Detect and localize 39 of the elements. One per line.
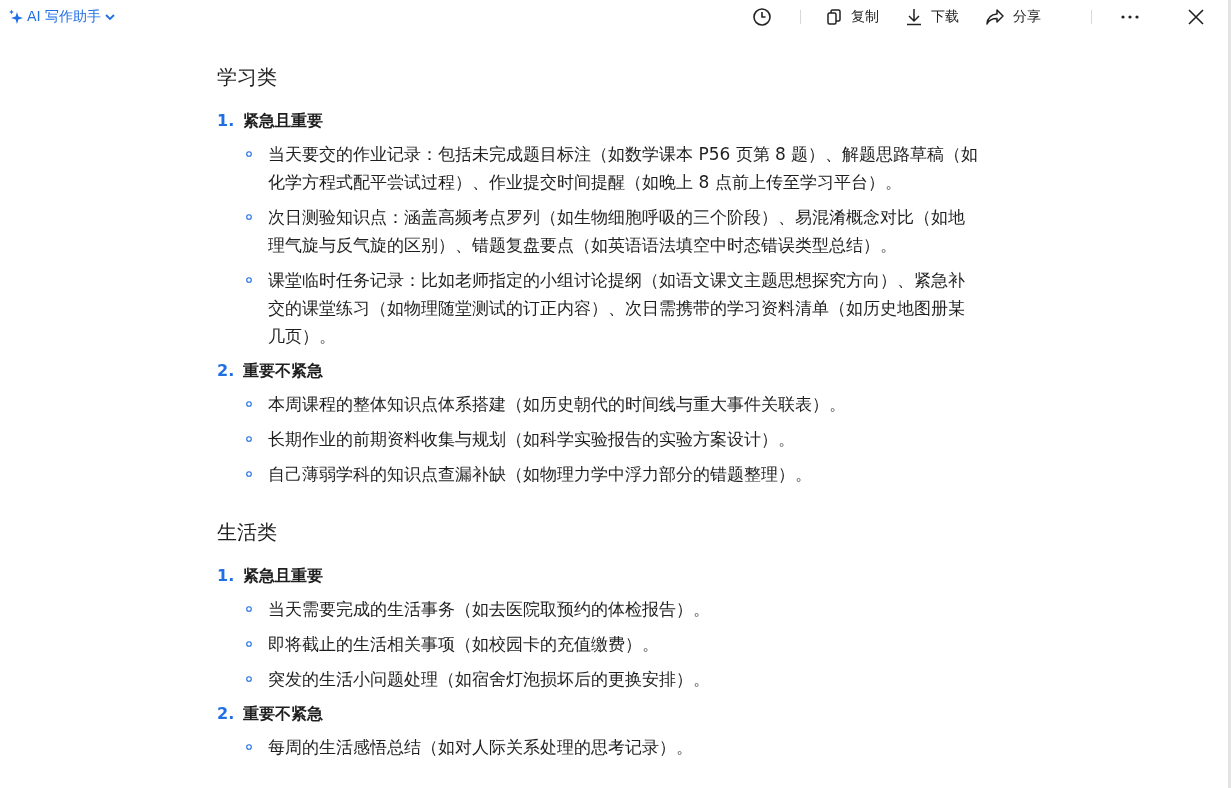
list-number: 2. (217, 703, 235, 725)
group-title: 重要不紧急 (243, 703, 324, 725)
list-number: 2. (217, 360, 235, 382)
bullet-icon (246, 151, 252, 157)
group-title: 重要不紧急 (243, 360, 324, 382)
bullet-icon (246, 676, 252, 682)
share-icon (985, 7, 1005, 26)
list-item-text: 课堂临时任务记录：比如老师指定的小组讨论提纲（如语文课文主题思想探究方向）、紧急补交的课堂练习（如物理随堂测试的订正内容）、次日需携带的学习资料清单（如历史地图册某几页）。 (268, 269, 966, 348)
list-item-text: 当天要交的作业记录：包括未完成题目标注（如数学课本 P56 页第 8 题）、解题思路草稿（如化学方程式配平尝试过程）、作业提交时间提醒（如晚上 8 点前上传至学习平台）。 (268, 143, 980, 194)
bullet-icon (246, 401, 252, 407)
sparkle-icon (8, 8, 24, 25)
list-item-text: 即将截止的生活相关事项（如校园卡的充值缴费）。 (268, 633, 660, 656)
bullet-icon (246, 641, 252, 647)
bullet-icon (246, 214, 252, 220)
list-item-text: 每周的生活感悟总结（如对人际关系处理的思考记录）。 (268, 736, 694, 759)
copy-icon (825, 7, 843, 26)
list-item-text: 自己薄弱学科的知识点查漏补缺（如物理力学中浮力部分的错题整理）。 (268, 463, 813, 486)
copy-button[interactable]: 复制 (825, 7, 879, 26)
download-button[interactable]: 下载 (905, 7, 959, 26)
bullet-icon (246, 606, 252, 612)
ai-writer-menu[interactable]: AI 写作助手 (8, 7, 117, 26)
bullet-icon (246, 471, 252, 477)
list-number: 1. (217, 565, 235, 587)
bullet-icon (246, 744, 252, 750)
group-title: 紧急且重要 (243, 110, 324, 132)
section-heading: 学习类 (217, 64, 278, 91)
share-button[interactable]: 分享 (985, 7, 1041, 26)
more-icon (1120, 13, 1140, 20)
download-icon (905, 7, 923, 26)
list-number: 1. (217, 110, 235, 132)
bullet-icon (246, 436, 252, 442)
bullet-icon (246, 277, 252, 283)
list-item-text: 本周课程的整体知识点体系搭建（如历史朝代的时间线与重大事件关联表）。 (268, 393, 847, 416)
list-item-text: 次日测验知识点：涵盖高频考点罗列（如生物细胞呼吸的三个阶段）、易混淆概念对比（如地理气旋与反气旋的区别）、错题复盘要点（如英语语法填空中时态错误类型总结）。 (268, 206, 966, 257)
list-item-text: 长期作业的前期资料收集与规划（如科学实验报告的实验方案设计）。 (268, 428, 796, 451)
section-heading: 生活类 (217, 519, 278, 546)
list-item-text: 突发的生活小问题处理（如宿舍灯泡损坏后的更换安排）。 (268, 668, 711, 691)
list-item-text: 当天需要完成的生活事务（如去医院取预约的体检报告）。 (268, 598, 711, 621)
group-title: 紧急且重要 (243, 565, 324, 587)
